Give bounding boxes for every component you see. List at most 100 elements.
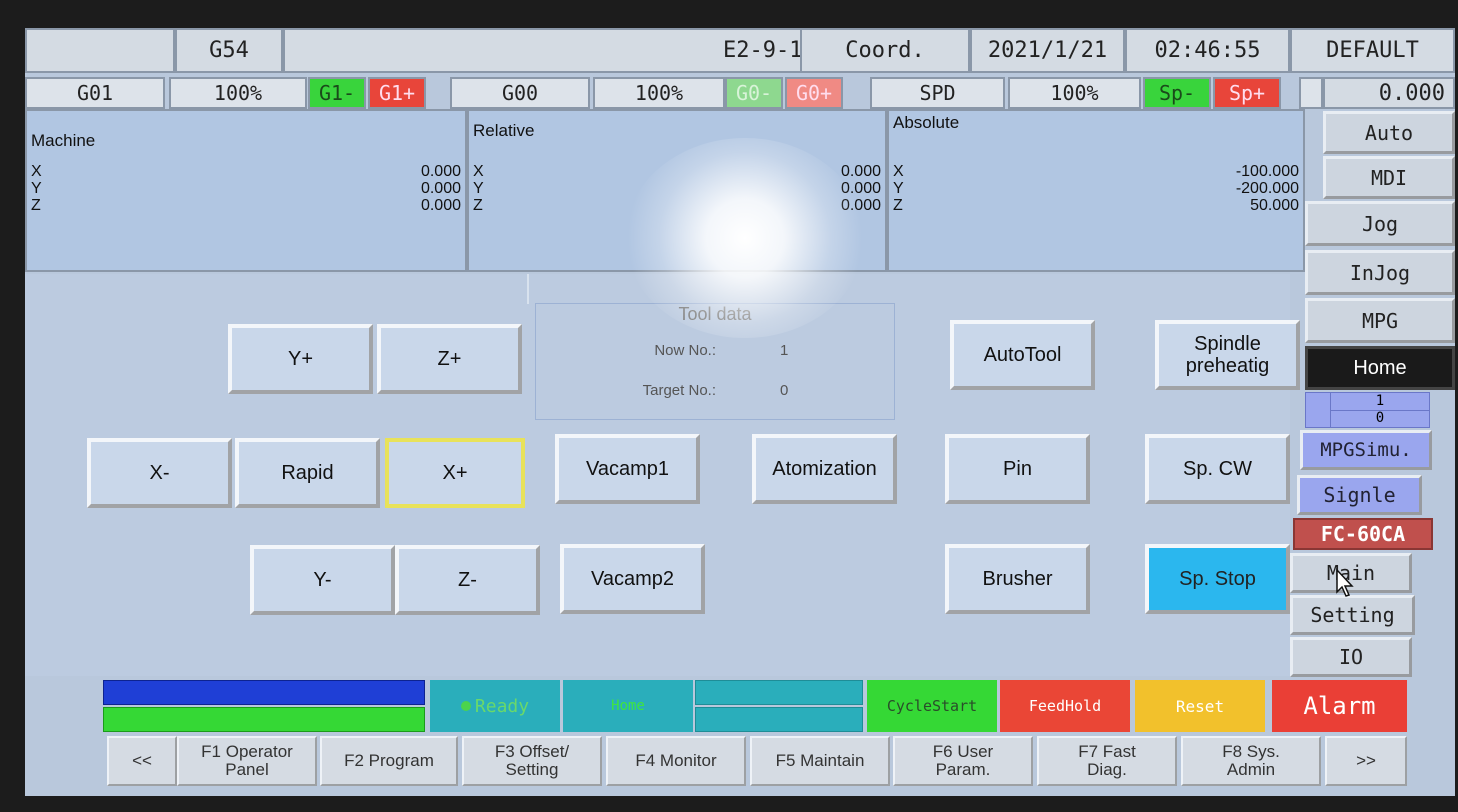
fkey-prev[interactable]: <<	[107, 736, 177, 786]
status-empty-bottom	[695, 707, 863, 732]
relative-axes: X Y Z	[473, 163, 484, 214]
machine-values: 0.000 0.000 0.000	[421, 163, 461, 214]
fkey-f7[interactable]: F7 Fast Diag.	[1037, 736, 1177, 786]
machine-axes: X Y Z	[31, 163, 42, 214]
mouse-cursor-icon	[1336, 568, 1354, 597]
relative-panel: Relative X Y Z 0.000 0.000 0.000	[467, 109, 887, 272]
header-blank	[25, 28, 175, 73]
fkey-f2[interactable]: F2 Program	[320, 736, 458, 786]
counter-box: 1 0	[1305, 392, 1430, 428]
status-home: Home	[563, 680, 693, 732]
spindle-preheat-button[interactable]: Spindle preheatig	[1155, 320, 1300, 390]
spindle-indicator	[1299, 77, 1323, 109]
spd-mode: SPD	[870, 77, 1005, 109]
axis-label: X	[893, 163, 904, 180]
ready-label: Ready	[474, 695, 530, 717]
axis-label: X	[473, 163, 484, 180]
fkey-f1-line1: F1 Operator	[201, 742, 293, 761]
pin-button[interactable]: Pin	[945, 434, 1090, 504]
z-minus-button[interactable]: Z-	[395, 545, 540, 615]
absolute-values: -100.000 -200.000 50.000	[1236, 163, 1299, 214]
sp-plus-button[interactable]: Sp+	[1213, 77, 1281, 109]
x-plus-button[interactable]: X+	[385, 438, 525, 508]
fkey-f7-line1: F7 Fast	[1078, 742, 1136, 761]
x-minus-button[interactable]: X-	[87, 438, 232, 508]
menu-setting[interactable]: Setting	[1290, 595, 1415, 635]
axis-value: 0.000	[840, 197, 881, 214]
spd-override: 100%	[1008, 77, 1141, 109]
axis-label: Z	[893, 197, 903, 214]
machine-panel: Machine X Y Z 0.000 0.000 0.000	[25, 109, 467, 272]
wcs-label: G54	[175, 28, 283, 73]
spindle-preheat-line-1: Spindle	[1194, 333, 1261, 355]
fkey-f3-line2: Setting	[505, 760, 559, 779]
vacamp2-button[interactable]: Vacamp2	[560, 544, 705, 614]
autotool-button[interactable]: AutoTool	[950, 320, 1095, 390]
absolute-axes: X Y Z	[893, 163, 904, 214]
tool-data-panel: Tool data Now No.: 1 Target No.: 0	[535, 303, 895, 420]
mode-mpg[interactable]: MPG	[1305, 298, 1455, 343]
mode-injog[interactable]: InJog	[1305, 250, 1455, 295]
reset-button[interactable]: Reset	[1135, 680, 1265, 732]
fkey-f4[interactable]: F4 Monitor	[606, 736, 746, 786]
axis-label: Y	[473, 180, 484, 197]
relative-values: 0.000 0.000 0.000	[841, 163, 881, 214]
single-button[interactable]: Signle	[1297, 475, 1422, 515]
axis-label: Z	[473, 197, 483, 214]
fkey-f3[interactable]: F3 Offset/ Setting	[462, 736, 602, 786]
mode-mdi[interactable]: MDI	[1323, 156, 1455, 199]
tool-data-title: Tool data	[678, 304, 752, 324]
g1-minus-button[interactable]: G1-	[308, 77, 366, 109]
mpgsimu-button[interactable]: MPGSimu.	[1300, 430, 1432, 470]
fkey-f6-line2: Param.	[935, 760, 991, 779]
g1-plus-button[interactable]: G1+	[368, 77, 426, 109]
axis-value: -100.000	[1235, 163, 1299, 180]
fkey-f6-line1: F6 User	[932, 742, 994, 761]
y-plus-button[interactable]: Y+	[228, 324, 373, 394]
date: 2021/1/21	[970, 28, 1125, 73]
axis-value: 0.000	[840, 180, 881, 197]
axis-value: 0.000	[840, 163, 881, 180]
mode-home[interactable]: Home	[1305, 346, 1455, 390]
axis-value: 0.000	[420, 163, 461, 180]
z-plus-button[interactable]: Z+	[377, 324, 522, 394]
g00-override: 100%	[593, 77, 725, 109]
fkey-f1[interactable]: F1 Operator Panel	[177, 736, 317, 786]
g01-mode: G01	[25, 77, 165, 109]
mode-jog[interactable]: Jog	[1305, 201, 1455, 246]
spindle-value: 0.000	[1323, 77, 1455, 109]
g0-plus-button[interactable]: G0+	[785, 77, 843, 109]
fkey-f6[interactable]: F6 User Param.	[893, 736, 1033, 786]
alarm-indicator[interactable]: Alarm	[1272, 680, 1407, 732]
axis-value: 0.000	[420, 197, 461, 214]
status-empty-top	[695, 680, 863, 705]
cnc-screen: G54 E2-9-1325-YJ N0 L1 Coord. 2021/1/21 …	[25, 28, 1455, 796]
mode-auto[interactable]: Auto	[1323, 111, 1455, 154]
sp-stop-button[interactable]: Sp. Stop	[1145, 544, 1290, 614]
operator-area-divider	[527, 274, 529, 304]
absolute-title: Absolute	[893, 113, 960, 132]
axis-label: Y	[893, 180, 904, 197]
atomization-button[interactable]: Atomization	[752, 434, 897, 504]
fkey-next[interactable]: >>	[1325, 736, 1407, 786]
g0-minus-button[interactable]: G0-	[725, 77, 783, 109]
progress-green-bar	[103, 707, 425, 732]
sp-minus-button[interactable]: Sp-	[1143, 77, 1211, 109]
cyclestart-button[interactable]: CycleStart	[867, 680, 997, 732]
y-minus-button[interactable]: Y-	[250, 545, 395, 615]
g01-override: 100%	[169, 77, 307, 109]
sp-cw-button[interactable]: Sp. CW	[1145, 434, 1290, 504]
feedhold-button[interactable]: FeedHold	[1000, 680, 1130, 732]
fkey-f3-line1: F3 Offset/	[494, 742, 570, 761]
target-no-label: Target No.:	[642, 382, 716, 399]
vacamp1-button[interactable]: Vacamp1	[555, 434, 700, 504]
rapid-button[interactable]: Rapid	[235, 438, 380, 508]
fkey-f5[interactable]: F5 Maintain	[750, 736, 890, 786]
fkey-f1-line2: Panel	[225, 760, 269, 779]
axis-label: X	[31, 163, 42, 180]
fkey-f8[interactable]: F8 Sys. Admin	[1181, 736, 1321, 786]
machine-title: Machine	[31, 131, 96, 150]
brusher-button[interactable]: Brusher	[945, 544, 1090, 614]
menu-io[interactable]: IO	[1290, 637, 1412, 677]
ready-dot-icon	[460, 701, 471, 711]
